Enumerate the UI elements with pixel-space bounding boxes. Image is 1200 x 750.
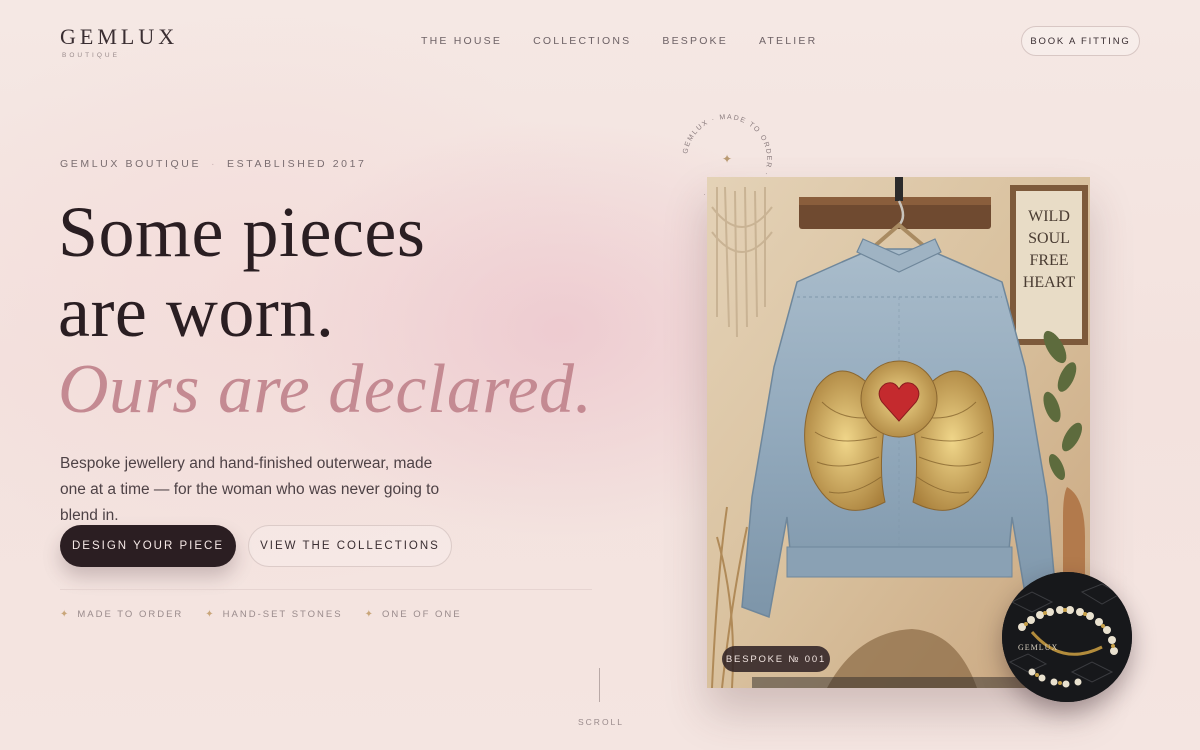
- feature-list: ✦ MADE TO ORDER ✦ HAND-SET STONES ✦ ONE …: [60, 609, 462, 620]
- necklace-illustration: GEMLUX: [1002, 572, 1132, 702]
- logo-wordmark: GEMLUX: [60, 24, 179, 49]
- bespoke-number-tag: BESPOKE № 001: [722, 646, 830, 672]
- feature-label: MADE TO ORDER: [77, 609, 184, 620]
- jewel-brand-text: GEMLUX: [1018, 643, 1058, 652]
- hero-description: Bespoke jewellery and hand-finished oute…: [60, 455, 440, 524]
- headline-line-3-accent: Ours are declared.: [58, 351, 593, 428]
- feature-item: ✦ ONE OF ONE: [365, 609, 462, 620]
- nav-link-collections[interactable]: COLLECTIONS: [533, 35, 631, 47]
- nav-link-bespoke[interactable]: BESPOKE: [662, 35, 728, 47]
- main-nav: THE HOUSE COLLECTIONS BESPOKE ATELIER: [421, 35, 817, 47]
- sign-text-3: FREE: [1029, 252, 1068, 269]
- eyebrow-separator: ·: [211, 158, 218, 170]
- star-icon: ✦: [722, 152, 732, 166]
- headline-line-1: Some pieces: [58, 192, 426, 272]
- feature-label: HAND-SET STONES: [222, 609, 343, 620]
- sparkle-icon: ✦: [364, 609, 375, 620]
- hero-divider: [60, 589, 592, 590]
- feature-item: ✦ MADE TO ORDER: [60, 609, 183, 620]
- book-fitting-button[interactable]: BOOK A FITTING: [1021, 26, 1140, 56]
- hero-headline: Some pieces are worn. Ours are declared.: [58, 192, 593, 430]
- sparkle-icon: ✦: [205, 609, 216, 620]
- nav-link-atelier[interactable]: ATELIER: [759, 35, 817, 47]
- jewellery-thumbnail[interactable]: GEMLUX: [1002, 572, 1132, 702]
- feature-item: ✦ HAND-SET STONES: [205, 609, 342, 620]
- scroll-indicator-line: [599, 668, 600, 702]
- logo[interactable]: GEMLUX BOUTIQUE: [60, 24, 178, 59]
- view-collections-button[interactable]: VIEW THE COLLECTIONS: [248, 525, 452, 567]
- eyebrow-brand: GEMLUX BOUTIQUE: [60, 158, 202, 170]
- hero-eyebrow: GEMLUX BOUTIQUE · ESTABLISHED 2017: [60, 158, 367, 170]
- sign-text-4: HEART: [1023, 274, 1076, 291]
- sign-text-2: SOUL: [1028, 230, 1070, 247]
- headline-line-2: are worn.: [58, 272, 335, 352]
- logo-subtitle: BOUTIQUE: [62, 52, 120, 59]
- nav-link-the-house[interactable]: THE HOUSE: [421, 35, 502, 47]
- scroll-label[interactable]: SCROLL: [578, 717, 624, 727]
- eyebrow-established: ESTABLISHED 2017: [227, 158, 367, 170]
- sign-text-1: WILD: [1028, 208, 1070, 225]
- sparkle-icon: ✦: [60, 609, 71, 620]
- design-your-piece-button[interactable]: DESIGN YOUR PIECE: [60, 525, 236, 567]
- feature-label: ONE OF ONE: [381, 609, 462, 620]
- wall-sign: WILD SOUL FREE HEART: [1010, 185, 1088, 345]
